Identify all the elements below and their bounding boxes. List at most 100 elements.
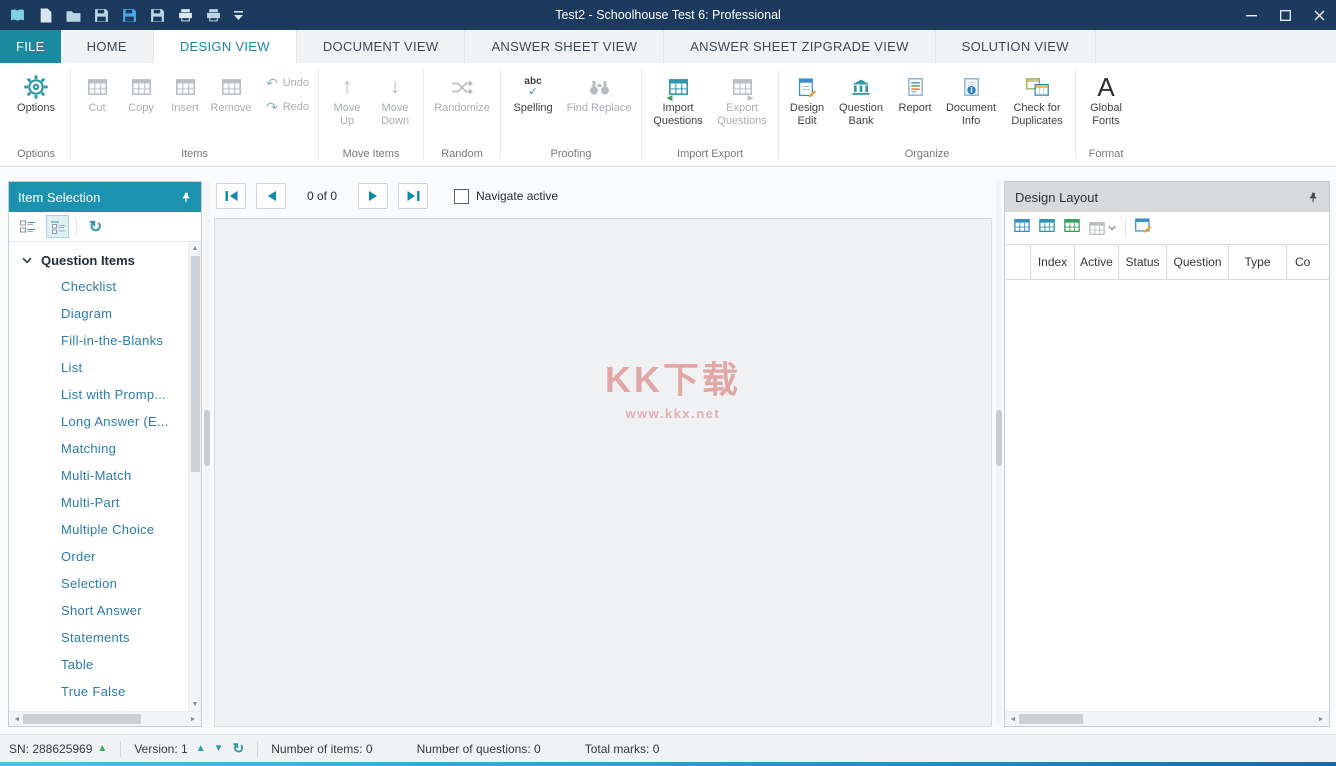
category-question-items[interactable]: Question Items [9,247,187,273]
scrollbar-thumb[interactable] [204,410,210,466]
scroll-left-icon[interactable]: ◄ [1007,716,1019,723]
tree-horizontal-scrollbar[interactable]: ◄ ► [9,711,201,726]
scroll-up-icon[interactable]: ▲ [192,242,199,255]
customize-toolbar-icon[interactable] [234,11,243,20]
column-header-co[interactable]: Co [1287,245,1329,279]
spelling-button[interactable]: abc ✓ Spelling [506,67,560,117]
pin-icon[interactable] [1308,192,1319,203]
design-edit-button[interactable]: Design Edit [784,67,830,130]
version-down-button[interactable]: ▼ [214,743,224,754]
close-button[interactable] [1302,0,1336,30]
item-type-short-answer[interactable]: Short Answer [9,597,187,624]
item-type-matching[interactable]: Matching [9,435,187,462]
tab-document-view[interactable]: DOCUMENT VIEW [297,30,466,63]
group-view-icon[interactable] [46,215,69,238]
save-all-icon[interactable] [150,8,165,23]
tab-file[interactable]: FILE [0,30,61,63]
scroll-right-icon[interactable]: ► [1315,716,1327,723]
last-item-button[interactable] [398,183,428,209]
item-type-long-answer[interactable]: Long Answer (E... [9,408,187,435]
scrollbar-thumb[interactable] [191,256,200,472]
save-icon[interactable] [94,8,109,23]
column-header-active[interactable]: Active [1075,245,1119,279]
refresh-icon[interactable]: ↻ [84,215,107,238]
minimize-button[interactable] [1234,0,1268,30]
item-type-selection[interactable]: Selection [9,570,187,597]
item-type-list-with-prompts[interactable]: List with Promp... [9,381,187,408]
item-type-true-false[interactable]: True False [9,678,187,705]
question-bank-button[interactable]: Question Bank [832,67,890,130]
scroll-right-icon[interactable]: ► [187,716,199,723]
binoculars-icon [589,72,610,102]
report-button[interactable]: Report [892,67,938,117]
move-down-button[interactable]: ↓ Move Down [372,67,418,130]
column-header-type[interactable]: Type [1229,245,1287,279]
check-for-duplicates-button[interactable]: Check for Duplicates [1004,67,1070,130]
item-type-table[interactable]: Table [9,651,187,678]
tab-answer-sheet-zipgrade-view[interactable]: ANSWER SHEET ZIPGRADE VIEW [664,30,935,63]
item-type-statements[interactable]: Statements [9,624,187,651]
export-questions-button[interactable]: ► Export Questions [711,67,773,130]
find-replace-button[interactable]: Find Replace [562,67,636,117]
pin-icon[interactable] [181,192,192,203]
group-label-items: Items [76,146,313,166]
item-type-multiple-choice[interactable]: Multiple Choice [9,516,187,543]
move-up-button[interactable]: ↑ Move Up [324,67,370,130]
ribbon-group-import-export: ◄ Import Questions ► Export Questions Im… [642,65,778,166]
tab-solution-view[interactable]: SOLUTION VIEW [936,30,1096,63]
previous-item-button[interactable] [256,183,286,209]
redo-button[interactable]: ↷ Redo [262,97,313,117]
version-refresh-button[interactable]: ↻ [233,740,245,757]
item-type-list[interactable]: List [9,354,187,381]
version-up-button[interactable]: ▲ [196,743,206,754]
table-view-2-icon[interactable] [1039,219,1055,237]
scrollbar-thumb[interactable] [996,410,1002,466]
randomize-button[interactable]: Randomize [429,67,495,117]
cut-button[interactable]: Cut [76,67,118,117]
table-columns-dropdown[interactable] [1089,222,1116,235]
maximize-button[interactable] [1268,0,1302,30]
save-as-icon[interactable] [122,8,137,23]
item-type-fill-in-the-blanks[interactable]: Fill-in-the-Blanks [9,327,187,354]
table-view-1-icon[interactable] [1014,219,1030,237]
tree-vertical-scrollbar[interactable]: ▲ ▼ [188,242,201,711]
item-type-checklist[interactable]: Checklist [9,273,187,300]
import-questions-button[interactable]: ◄ Import Questions [647,67,709,130]
copy-button[interactable]: Copy [120,67,162,117]
column-header-selector[interactable] [1005,245,1031,279]
scroll-down-icon[interactable]: ▼ [192,698,199,711]
new-document-icon[interactable] [38,8,53,23]
canvas-right-scrollbar[interactable] [996,181,1002,727]
item-type-multi-match[interactable]: Multi-Match [9,462,187,489]
column-header-question[interactable]: Question [1167,245,1229,279]
scrollbar-thumb[interactable] [1019,714,1083,724]
navigate-active-checkbox[interactable] [454,189,469,204]
options-button[interactable]: Options [7,67,65,117]
layout-horizontal-scrollbar[interactable]: ◄ ► [1005,711,1329,726]
item-type-diagram[interactable]: Diagram [9,300,187,327]
item-type-order[interactable]: Order [9,543,187,570]
group-label-proofing: Proofing [506,146,636,166]
print-icon[interactable] [178,8,193,23]
remove-button[interactable]: Remove [208,67,254,117]
undo-button[interactable]: ↶ Undo [262,73,313,93]
table-view-3-icon[interactable] [1064,219,1080,237]
insert-button[interactable]: Insert [164,67,206,117]
edit-layout-icon[interactable] [1135,218,1152,238]
item-type-multi-part[interactable]: Multi-Part [9,489,187,516]
tab-design-view[interactable]: DESIGN VIEW [154,30,297,63]
column-header-status[interactable]: Status [1119,245,1167,279]
first-item-button[interactable] [216,183,246,209]
open-file-icon[interactable] [66,8,81,23]
canvas-left-scrollbar[interactable] [204,181,210,727]
document-info-button[interactable]: Document Info [940,67,1002,130]
scroll-left-icon[interactable]: ◄ [11,716,23,723]
next-item-button[interactable] [358,183,388,209]
list-view-icon[interactable] [16,215,39,238]
global-fonts-button[interactable]: A Global Fonts [1081,67,1131,130]
tab-home[interactable]: HOME [61,30,154,63]
print-preview-icon[interactable] [206,8,221,23]
scrollbar-thumb[interactable] [23,714,141,724]
column-header-index[interactable]: Index [1031,245,1075,279]
tab-answer-sheet-view[interactable]: ANSWER SHEET VIEW [465,30,664,63]
